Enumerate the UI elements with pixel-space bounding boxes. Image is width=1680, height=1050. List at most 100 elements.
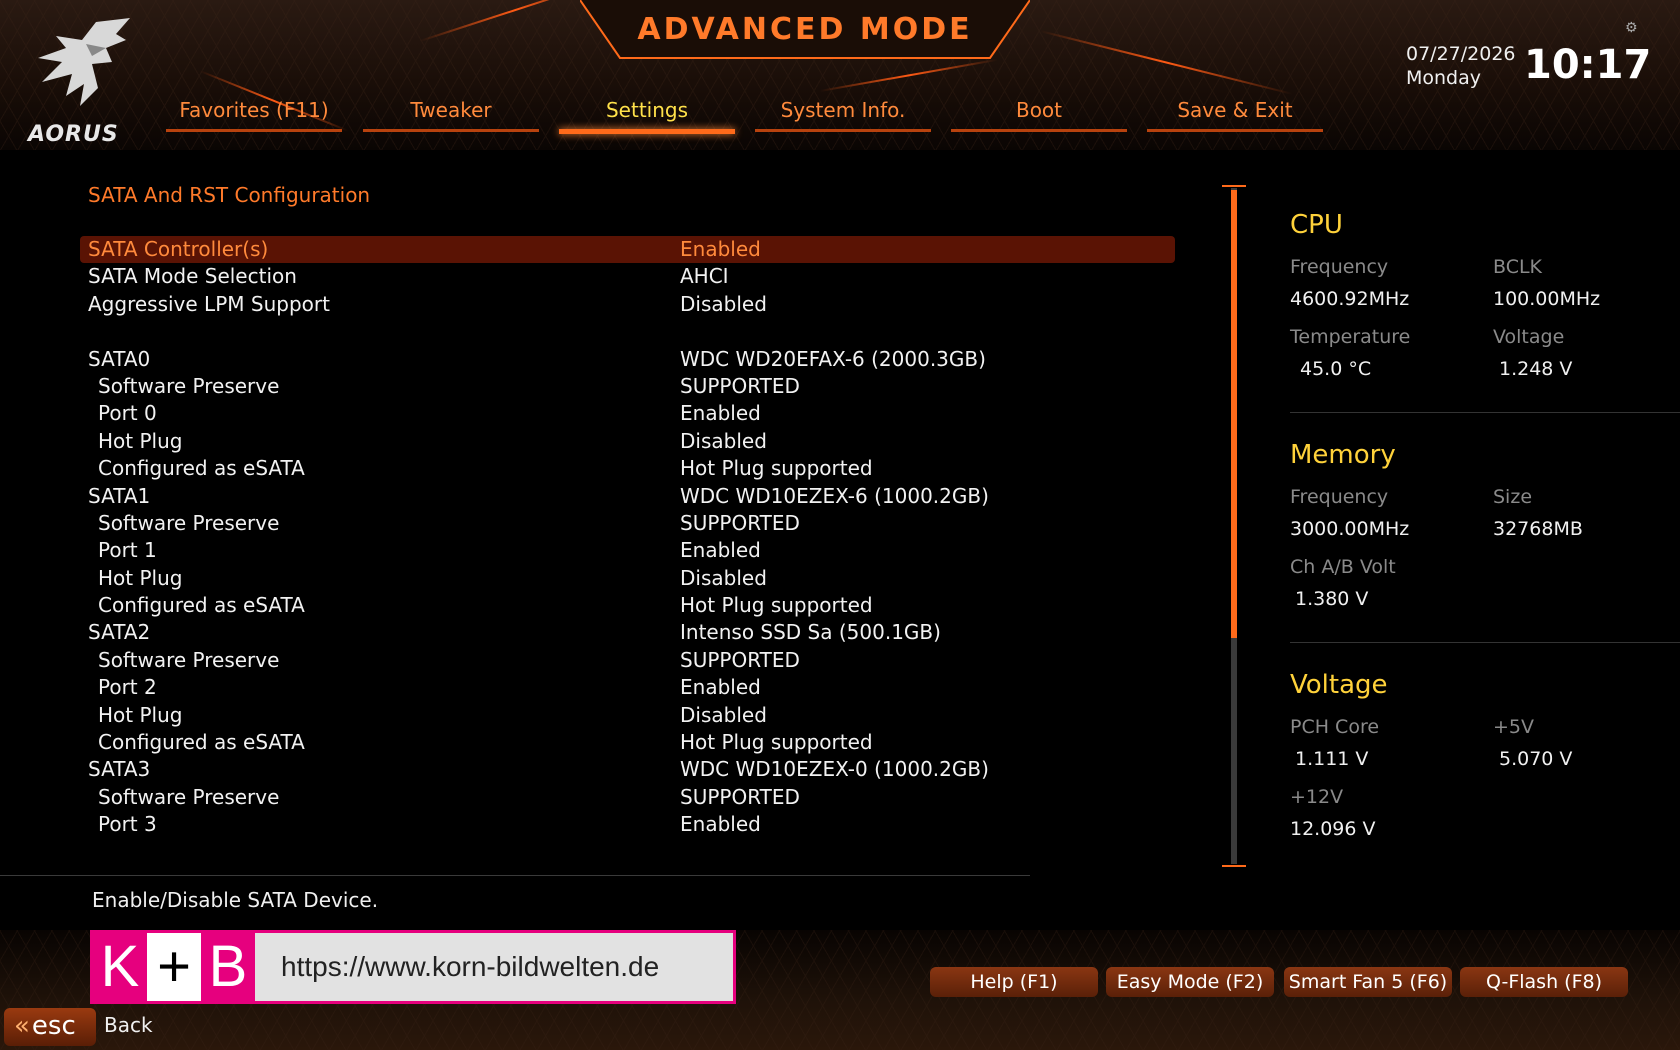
q-flash-button[interactable]: Q-Flash (F8) [1460,967,1628,997]
cpu-bclk: BCLK 100.00MHz [1493,256,1600,310]
setting-row[interactable]: Software Preserve SUPPORTED [80,647,1175,674]
double-chevron-left-icon: « [14,1011,30,1041]
setting-row[interactable]: SATA0 WDC WD20EFAX-6 (2000.3GB) [80,346,1175,373]
setting-row[interactable]: SATA Mode Selection AHCI [80,263,1175,290]
setting-value: Enabled [680,401,761,426]
tab-underline [1147,129,1323,132]
cpu-bclk-value: 100.00MHz [1493,288,1601,310]
cpu-voltage: Voltage 1.248 V [1493,326,1572,380]
scrollbar-cap-top [1222,185,1246,187]
panel-divider [1290,642,1680,643]
setting-value: Disabled [680,565,767,590]
tab-underline [951,129,1127,132]
cpu-group: CPU Frequency 4600.92MHz BCLK 100.00MHz … [1290,210,1680,440]
back-label: Back [104,1013,153,1037]
memory-chvolt-value: 1.380 V [1295,588,1369,610]
setting-row[interactable]: Port 1 Enabled [80,537,1175,564]
clock-time[interactable]: 10:17 [1524,42,1651,88]
setting-row[interactable]: Port 3 Enabled [80,811,1175,838]
memory-size: Size 32768MB [1493,486,1583,540]
setting-label: Software Preserve [98,373,280,398]
setting-row[interactable]: Configured as eSATA Hot Plug supported [80,455,1175,482]
setting-label: Port 3 [98,812,157,837]
setting-row[interactable]: SATA2 Intenso SSD Sa (500.1GB) [80,619,1175,646]
tab-save-exit[interactable]: Save & Exit [1147,96,1323,136]
cpu-voltage-value: 1.248 V [1499,358,1573,380]
smart-fan-button[interactable]: Smart Fan 5 (F6) [1284,967,1452,997]
setting-row[interactable]: Port 0 Enabled [80,400,1175,427]
setting-value: SUPPORTED [680,647,800,672]
tab-underline [166,129,342,132]
date-text: 07/27/2026 [1406,43,1516,65]
tab-settings[interactable]: Settings [559,96,735,136]
date-display: 07/27/2026 Monday [1406,42,1516,90]
pch-core-label: PCH Core [1290,716,1380,738]
setting-row[interactable]: Configured as eSATA Hot Plug supported [80,729,1175,756]
setting-row[interactable]: SATA Controller(s) Enabled [80,236,1175,264]
esc-label: esc [31,1011,76,1041]
cpu-temperature-value: 45.0 °C [1300,358,1372,380]
tab-label: Save & Exit [1177,98,1293,122]
watermark-banner: K + B https://www.korn-bildwelten.de [90,930,736,1004]
setting-row[interactable]: Software Preserve SUPPORTED [80,373,1175,400]
tab-system-info[interactable]: System Info. [755,96,931,136]
tab-tweaker[interactable]: Tweaker [363,96,539,136]
setting-value: Hot Plug supported [680,593,873,618]
memory-chvolt-label: Ch A/B Volt [1290,556,1396,578]
memory-title: Memory [1290,440,1396,470]
setting-label: Configured as eSATA [98,730,305,755]
setting-row[interactable]: Aggressive LPM Support Disabled [80,291,1175,318]
setting-value: Enabled [680,812,761,837]
scrollbar-thumb[interactable] [1231,190,1237,638]
tab-boot[interactable]: Boot [951,96,1127,136]
setting-row[interactable]: Configured as eSATA Hot Plug supported [80,592,1175,619]
setting-value: WDC WD20EFAX-6 (2000.3GB) [680,346,986,371]
cpu-frequency-label: Frequency [1290,256,1389,278]
setting-label: Software Preserve [98,647,280,672]
esc-button[interactable]: «esc [4,1008,96,1046]
setting-value: AHCI [680,264,729,289]
setting-value: Enabled [680,237,761,261]
watermark-b: B [201,933,255,1001]
setting-label: SATA Mode Selection [88,264,297,289]
tab-favorites[interactable]: Favorites (F11) [166,96,342,136]
help-description: Enable/Disable SATA Device. [92,888,379,912]
setting-row[interactable]: SATA1 WDC WD10EZEX-6 (1000.2GB) [80,483,1175,510]
tab-label: Favorites (F11) [179,98,329,122]
help-button[interactable]: Help (F1) [930,967,1098,997]
setting-row[interactable]: Hot Plug Disabled [80,428,1175,455]
setting-label: SATA1 [88,483,151,508]
setting-label: Port 1 [98,538,157,563]
setting-label: Software Preserve [98,510,280,535]
setting-row[interactable]: Software Preserve SUPPORTED [80,510,1175,537]
setting-row[interactable]: Hot Plug Disabled [80,702,1175,729]
divider [0,875,1030,876]
title-plate: ADVANCED MODE [580,0,1030,62]
plus5v-value: 5.070 V [1499,748,1573,770]
setting-row[interactable]: SATA3 WDC WD10EZEX-0 (1000.2GB) [80,756,1175,783]
setting-label: Aggressive LPM Support [88,291,330,316]
cpu-bclk-label: BCLK [1493,256,1543,278]
cpu-frequency: Frequency 4600.92MHz [1290,256,1409,310]
setting-value: Enabled [680,538,761,563]
memory-chvolt: Ch A/B Volt 1.380 V [1290,556,1396,610]
setting-value: WDC WD10EZEX-0 (1000.2GB) [680,757,989,782]
gear-icon[interactable]: ⚙ [1625,20,1638,36]
setting-value: Disabled [680,428,767,453]
memory-size-label: Size [1493,486,1533,508]
setting-row[interactable]: Software Preserve SUPPORTED [80,784,1175,811]
setting-row[interactable]: Port 2 Enabled [80,674,1175,701]
setting-row[interactable]: Hot Plug Disabled [80,565,1175,592]
easy-mode-button[interactable]: Easy Mode (F2) [1106,967,1274,997]
watermark-url: https://www.korn-bildwelten.de [255,933,733,1001]
setting-label: Hot Plug [98,428,183,453]
pch-core: PCH Core 1.111 V [1290,716,1379,770]
voltage-group: Voltage PCH Core 1.111 V +5V 5.070 V +12… [1290,670,1680,900]
setting-label: Software Preserve [98,784,280,809]
tab-label: Boot [1015,98,1063,122]
tab-label: System Info. [780,98,906,122]
tab-label: Tweaker [410,98,492,122]
setting-label: Hot Plug [98,565,183,590]
setting-value: SUPPORTED [680,510,800,535]
